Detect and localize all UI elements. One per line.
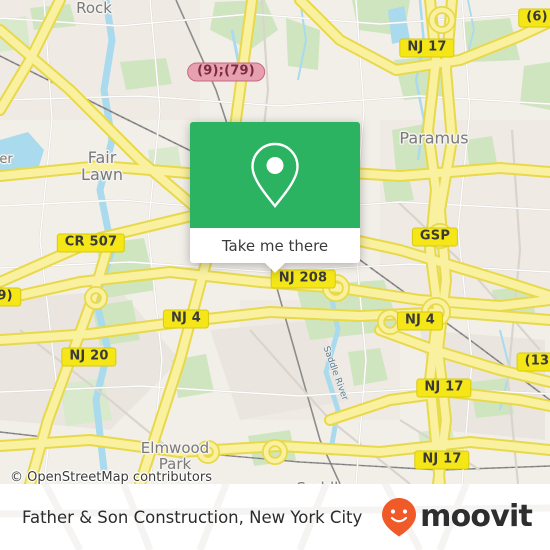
route-shield: CR 507	[56, 233, 126, 253]
route-shield: NJ 20	[61, 347, 117, 367]
route-shield: (9);(79)	[187, 62, 265, 82]
osm-attribution[interactable]: © OpenStreetMap contributors	[10, 470, 212, 484]
map-page: RockFair LawnParamusElmwood ParkSaddleer…	[0, 0, 550, 550]
footer-bar: Father & Son Construction, New York City…	[0, 484, 550, 550]
route-shield: NJ 4	[162, 309, 210, 329]
take-me-there-button[interactable]: Take me there	[190, 228, 360, 263]
route-shield: (13)	[516, 352, 550, 372]
map-pin-icon	[251, 142, 299, 208]
location-popup-card[interactable]: Take me there	[190, 122, 360, 273]
route-shield: NJ 17	[414, 450, 470, 470]
route-shield: NJ 17	[416, 378, 472, 398]
route-shield: GSP	[411, 227, 459, 247]
moovit-pin-icon	[382, 498, 417, 537]
moovit-wordmark: moovit	[420, 499, 533, 534]
route-shield: NJ 17	[399, 38, 455, 58]
map-canvas[interactable]: RockFair LawnParamusElmwood ParkSaddleer…	[0, 0, 550, 484]
route-shield: NJ 4	[396, 311, 444, 331]
moovit-logo[interactable]: moovit	[381, 497, 533, 537]
route-shield: (9)	[0, 287, 21, 307]
popup-header	[190, 122, 360, 228]
take-me-there-label: Take me there	[221, 236, 329, 255]
popup-pointer-tail	[265, 263, 285, 273]
route-shield: (6)	[518, 8, 550, 28]
place-title: Father & Son Construction, New York City	[22, 507, 363, 527]
